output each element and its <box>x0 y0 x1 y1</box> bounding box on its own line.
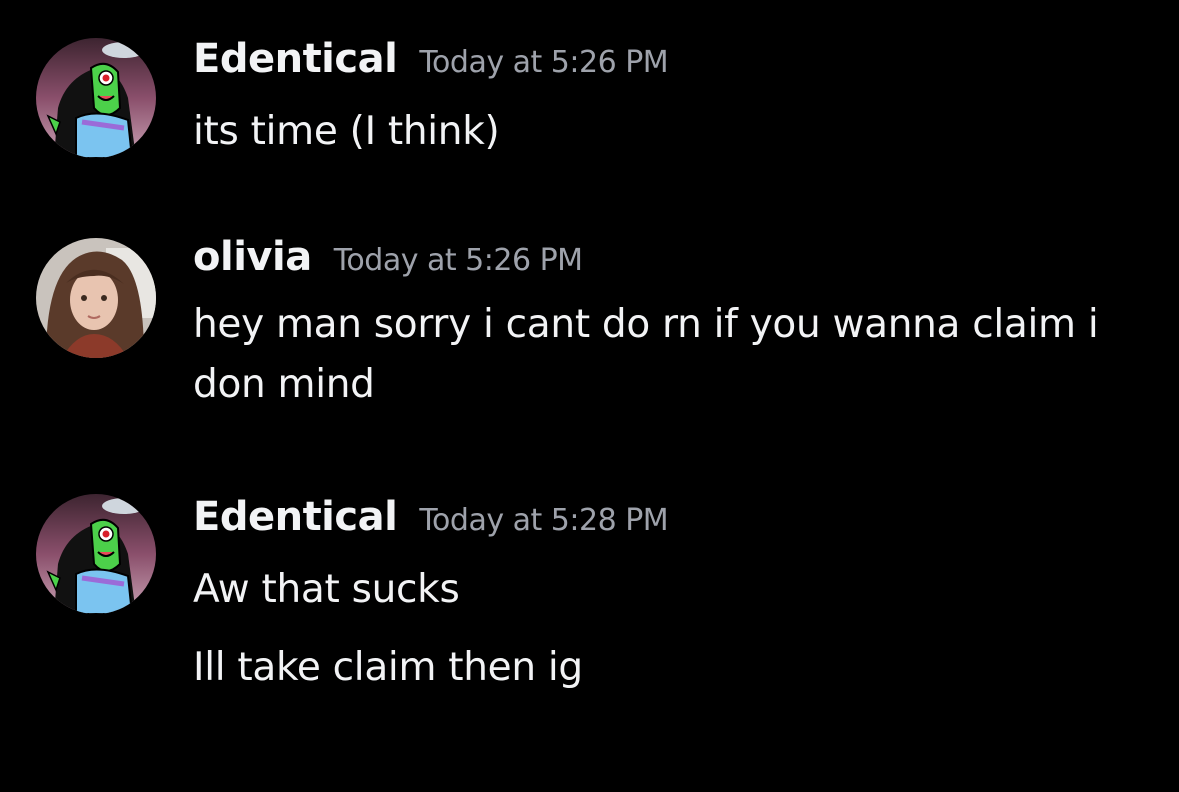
message-text: Ill take claim then ig <box>193 645 583 690</box>
username[interactable]: olivia <box>193 234 312 280</box>
person-photo-avatar-icon <box>36 238 156 358</box>
alien-character-avatar-icon <box>36 494 156 614</box>
message-text: its time (I think) <box>193 109 500 154</box>
username[interactable]: Edentical <box>193 494 398 540</box>
username[interactable]: Edentical <box>193 36 398 82</box>
user-avatar[interactable] <box>36 38 156 158</box>
alien-character-avatar-icon <box>36 38 156 158</box>
timestamp: Today at 5:28 PM <box>419 503 669 538</box>
message-header: Edentical Today at 5:26 PM <box>193 36 669 82</box>
user-avatar[interactable] <box>36 494 156 614</box>
message-text: hey man sorry i cant do rn if you wanna … <box>193 302 1099 347</box>
message-header: olivia Today at 5:26 PM <box>193 234 583 280</box>
user-avatar[interactable] <box>36 238 156 358</box>
message-text: Aw that sucks <box>193 567 460 612</box>
message-header: Edentical Today at 5:28 PM <box>193 494 669 540</box>
timestamp: Today at 5:26 PM <box>419 45 669 80</box>
message-text: don mind <box>193 362 375 407</box>
timestamp: Today at 5:26 PM <box>333 243 583 278</box>
